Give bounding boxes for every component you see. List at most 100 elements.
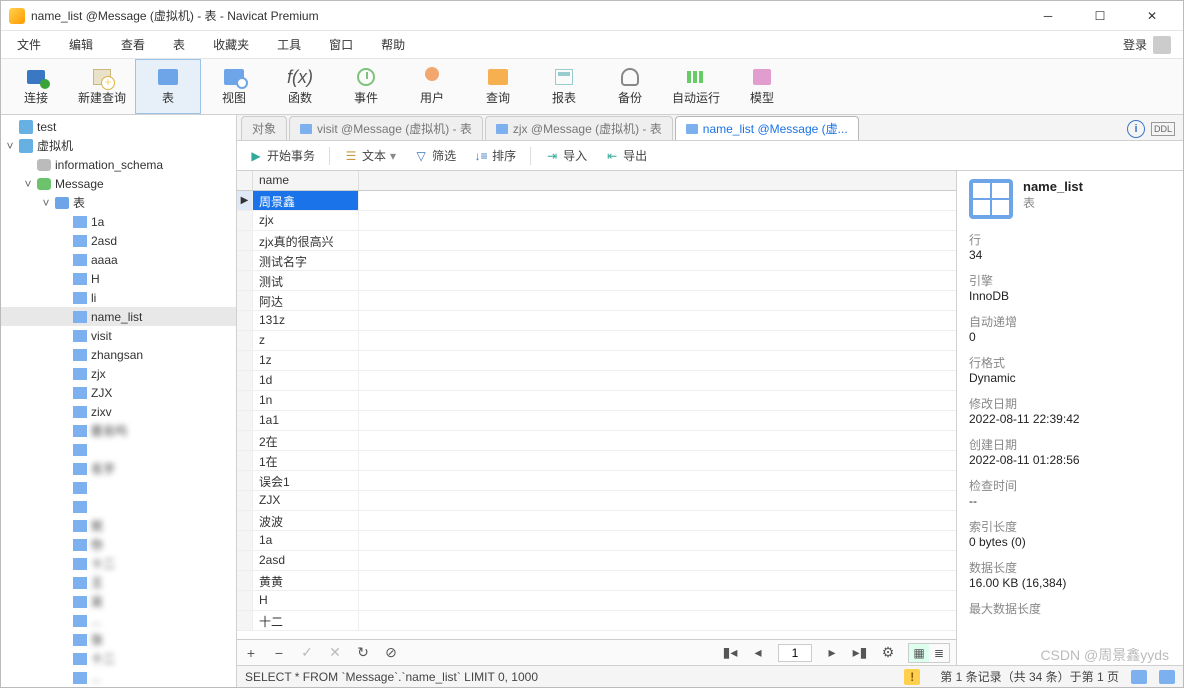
menu-window[interactable]: 窗口: [317, 32, 365, 57]
tree-db-info[interactable]: information_schema: [1, 155, 236, 174]
cell-name[interactable]: 1在: [253, 451, 359, 470]
tree-db-message[interactable]: ˅Message: [1, 174, 236, 193]
tree-table-blurred[interactable]: 王: [1, 573, 236, 592]
tree-tables-folder[interactable]: ˅表: [1, 193, 236, 212]
maximize-button[interactable]: ☐: [1077, 1, 1123, 31]
export-button[interactable]: ⇤导出: [601, 145, 651, 166]
status-form-icon[interactable]: [1159, 670, 1175, 684]
table-row[interactable]: 误会1: [237, 471, 956, 491]
menu-fav[interactable]: 收藏夹: [201, 32, 261, 57]
delete-row-button[interactable]: −: [271, 645, 287, 661]
cell-name[interactable]: 1n: [253, 391, 359, 410]
table-row[interactable]: z: [237, 331, 956, 351]
cell-name[interactable]: 1d: [253, 371, 359, 390]
table-row[interactable]: 十二: [237, 611, 956, 631]
refresh-button[interactable]: ↻: [355, 644, 371, 661]
table-row[interactable]: 测试: [237, 271, 956, 291]
table-row[interactable]: 测试名字: [237, 251, 956, 271]
table-row[interactable]: ▶周景鑫: [237, 191, 956, 211]
cell-name[interactable]: 周景鑫: [253, 191, 359, 210]
table-row[interactable]: zjx: [237, 211, 956, 231]
tree-table-blurred[interactable]: [1, 440, 236, 459]
cell-name[interactable]: 阿达: [253, 291, 359, 310]
next-page-button[interactable]: ▸: [824, 644, 840, 661]
add-row-button[interactable]: +: [243, 645, 259, 661]
table-row[interactable]: 1d: [237, 371, 956, 391]
toolbar-function-button[interactable]: f(x)函数: [267, 59, 333, 114]
expand-icon[interactable]: ˅: [41, 196, 51, 210]
tree-table-blurred[interactable]: ...: [1, 611, 236, 630]
data-grid[interactable]: name ▶周景鑫zjxzjx真的很高兴测试名字测试阿达131zz1z1d1n1…: [237, 171, 957, 665]
settings-button[interactable]: ⚙: [880, 644, 896, 661]
toolbar-newquery-button[interactable]: 新建查询: [69, 59, 135, 114]
tree-table-blurred[interactable]: 十二: [1, 649, 236, 668]
last-page-button[interactable]: ▸▮: [852, 644, 868, 661]
tree-table-blurred[interactable]: 张: [1, 630, 236, 649]
tree-table-blurred[interactable]: 吴: [1, 592, 236, 611]
begin-transaction-button[interactable]: ▶开始事务: [245, 145, 319, 166]
table-row[interactable]: zjx真的很高兴: [237, 231, 956, 251]
toolbar-connect-button[interactable]: 连接: [3, 59, 69, 114]
tree-table-blurred[interactable]: ...: [1, 668, 236, 687]
tree-table-blurred[interactable]: 名字: [1, 459, 236, 478]
menu-table[interactable]: 表: [161, 32, 197, 57]
table-row[interactable]: 1a: [237, 531, 956, 551]
tree-table-H[interactable]: H: [1, 269, 236, 288]
cell-name[interactable]: H: [253, 591, 359, 610]
close-button[interactable]: ✕: [1129, 1, 1175, 31]
table-row[interactable]: 1n: [237, 391, 956, 411]
table-row[interactable]: 131z: [237, 311, 956, 331]
tree-table-zixv[interactable]: zixv: [1, 402, 236, 421]
toolbar-view-button[interactable]: 视图: [201, 59, 267, 114]
tree-table-1a[interactable]: 1a: [1, 212, 236, 231]
cell-name[interactable]: 1a: [253, 531, 359, 550]
import-button[interactable]: ⇥导入: [541, 145, 591, 166]
table-row[interactable]: 1z: [237, 351, 956, 371]
expand-icon[interactable]: ˅: [5, 139, 15, 153]
tree-table-blurred[interactable]: 十二: [1, 554, 236, 573]
tree-table-name_list[interactable]: name_list: [1, 307, 236, 326]
cell-name[interactable]: 测试名字: [253, 251, 359, 270]
column-header-name[interactable]: name: [253, 171, 359, 190]
text-mode-button[interactable]: ☰文本 ▾: [340, 145, 400, 166]
toolbar-table-button[interactable]: 表: [135, 59, 201, 114]
table-row[interactable]: H: [237, 591, 956, 611]
tab-2[interactable]: zjx @Message (虚拟机) - 表: [485, 116, 673, 140]
form-view-icon[interactable]: ≣: [929, 644, 949, 662]
info-button[interactable]: i: [1127, 120, 1145, 138]
cell-name[interactable]: ZJX: [253, 491, 359, 510]
filter-button[interactable]: ▽筛选: [410, 145, 460, 166]
first-page-button[interactable]: ▮◂: [722, 644, 738, 661]
tree-table-blurred[interactable]: 就: [1, 516, 236, 535]
table-row[interactable]: 2在: [237, 431, 956, 451]
cell-name[interactable]: zjx真的很高兴: [253, 231, 359, 250]
table-row[interactable]: 阿达: [237, 291, 956, 311]
cell-name[interactable]: 1a1: [253, 411, 359, 430]
cell-name[interactable]: 十二: [253, 611, 359, 630]
table-row[interactable]: 黄黄: [237, 571, 956, 591]
tree-table-2asd[interactable]: 2asd: [1, 231, 236, 250]
toolbar-auto-button[interactable]: 自动运行: [663, 59, 729, 114]
toolbar-query-button[interactable]: 查询: [465, 59, 531, 114]
table-row[interactable]: ZJX: [237, 491, 956, 511]
tree-table-ZJX[interactable]: ZJX: [1, 383, 236, 402]
cell-name[interactable]: 波波: [253, 511, 359, 530]
sort-button[interactable]: ↓≡排序: [470, 145, 520, 166]
minimize-button[interactable]: ─: [1025, 1, 1071, 31]
status-grid-icon[interactable]: [1131, 670, 1147, 684]
toolbar-model-button[interactable]: 模型: [729, 59, 795, 114]
tree-table-zjx[interactable]: zjx: [1, 364, 236, 383]
connection-tree[interactable]: test˅虚拟机information_schema˅Message˅表1a2a…: [1, 115, 237, 687]
cell-name[interactable]: 测试: [253, 271, 359, 290]
menu-tools[interactable]: 工具: [265, 32, 313, 57]
cell-name[interactable]: zjx: [253, 211, 359, 230]
table-row[interactable]: 2asd: [237, 551, 956, 571]
view-toggle[interactable]: ▦ ≣: [908, 643, 950, 663]
page-number-input[interactable]: [778, 644, 812, 662]
login-button[interactable]: 登录: [1115, 36, 1179, 54]
stop-button[interactable]: ⊘: [383, 644, 399, 661]
toolbar-backup-button[interactable]: 备份: [597, 59, 663, 114]
ddl-button[interactable]: DDL: [1151, 122, 1175, 136]
tab-1[interactable]: visit @Message (虚拟机) - 表: [289, 116, 483, 140]
tree-table-blurred[interactable]: [1, 478, 236, 497]
